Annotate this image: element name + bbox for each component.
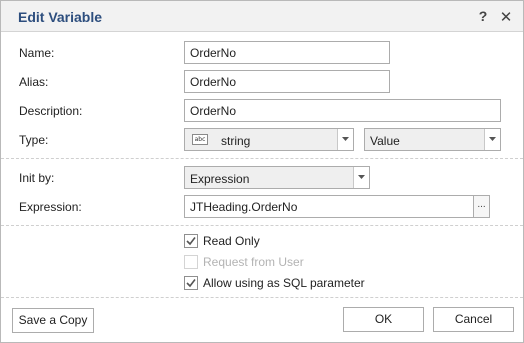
name-label: Name: bbox=[19, 46, 55, 60]
close-icon[interactable]: ✕ bbox=[498, 8, 514, 26]
section-divider bbox=[1, 158, 523, 159]
expression-label: Expression: bbox=[19, 200, 82, 214]
allow-sql-parameter-label[interactable]: Allow using as SQL parameter bbox=[203, 276, 365, 290]
read-only-checkbox[interactable] bbox=[184, 234, 198, 248]
name-input[interactable] bbox=[184, 41, 390, 64]
init-by-value: Expression bbox=[190, 172, 250, 186]
type-kind-value: Value bbox=[370, 134, 400, 148]
alias-label: Alias: bbox=[19, 75, 49, 89]
description-input[interactable] bbox=[184, 99, 501, 122]
footer-divider bbox=[1, 297, 523, 298]
type-select[interactable]: abc string bbox=[184, 128, 354, 151]
init-by-label: Init by: bbox=[19, 171, 55, 185]
chevron-down-icon[interactable] bbox=[484, 129, 500, 150]
expression-input[interactable] bbox=[184, 195, 474, 218]
string-type-icon: abc bbox=[192, 134, 208, 145]
chevron-down-icon[interactable] bbox=[337, 129, 353, 150]
request-from-user-label: Request from User bbox=[203, 255, 304, 269]
expression-editor-button[interactable]: ... bbox=[473, 195, 490, 218]
save-a-copy-button[interactable]: Save a Copy bbox=[12, 308, 94, 333]
dialog-title: Edit Variable bbox=[18, 9, 103, 25]
description-label: Description: bbox=[19, 104, 83, 118]
section-divider bbox=[1, 225, 523, 226]
request-from-user-checkbox bbox=[184, 255, 198, 269]
type-select-value: string bbox=[221, 134, 251, 148]
type-kind-select[interactable]: Value bbox=[364, 128, 501, 151]
help-icon[interactable]: ? bbox=[476, 8, 490, 26]
ok-button[interactable]: OK bbox=[343, 307, 424, 332]
alias-input[interactable] bbox=[184, 70, 390, 93]
read-only-label[interactable]: Read Only bbox=[203, 234, 260, 248]
cancel-button[interactable]: Cancel bbox=[433, 307, 514, 332]
type-label: Type: bbox=[19, 133, 49, 147]
init-by-select[interactable]: Expression bbox=[184, 166, 370, 189]
title-bar: Edit Variable ? ✕ bbox=[1, 1, 523, 32]
allow-sql-parameter-checkbox[interactable] bbox=[184, 276, 198, 290]
edit-variable-dialog: Edit Variable ? ✕ Name: Alias: Descripti… bbox=[0, 0, 524, 343]
chevron-down-icon[interactable] bbox=[353, 167, 369, 188]
